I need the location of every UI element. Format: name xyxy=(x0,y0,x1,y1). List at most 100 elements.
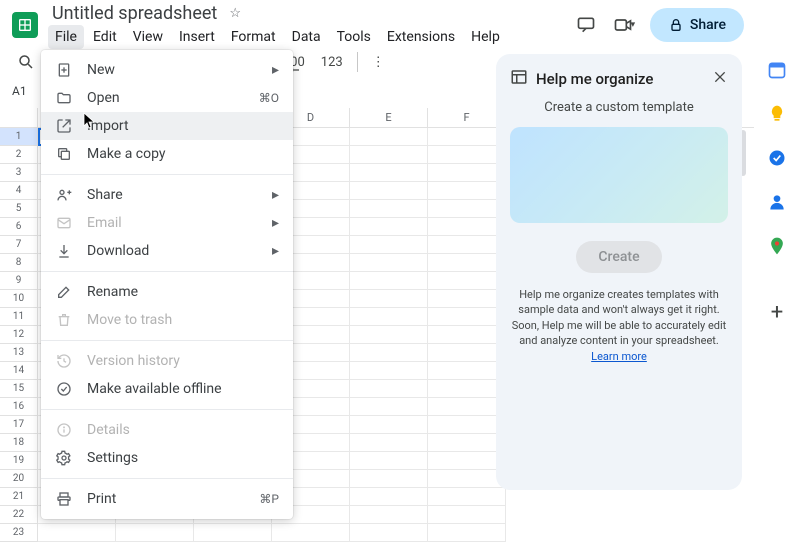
cell[interactable] xyxy=(350,326,428,344)
cell[interactable] xyxy=(428,380,506,398)
search-icon[interactable] xyxy=(12,48,40,76)
cell[interactable] xyxy=(428,128,506,146)
add-on-plus-icon[interactable]: + xyxy=(771,300,783,325)
cell[interactable] xyxy=(428,398,506,416)
cell[interactable] xyxy=(116,524,194,542)
cell[interactable] xyxy=(350,506,428,524)
cell[interactable] xyxy=(428,164,506,182)
row-header[interactable]: 14 xyxy=(0,362,38,380)
meet-icon[interactable]: ▾ xyxy=(612,13,636,37)
cell[interactable] xyxy=(428,326,506,344)
cell[interactable] xyxy=(428,434,506,452)
cell[interactable] xyxy=(38,524,116,542)
menu-item-make-a-copy[interactable]: Make a copy xyxy=(41,140,293,168)
cell[interactable] xyxy=(428,524,506,542)
cell[interactable] xyxy=(350,182,428,200)
row-header[interactable]: 9 xyxy=(0,272,38,290)
cell[interactable] xyxy=(428,182,506,200)
cell[interactable] xyxy=(350,524,428,542)
cell[interactable] xyxy=(428,416,506,434)
row-header[interactable]: 18 xyxy=(0,434,38,452)
cell[interactable] xyxy=(428,272,506,290)
row-header[interactable]: 10 xyxy=(0,290,38,308)
calendar-icon[interactable] xyxy=(767,60,787,80)
cell[interactable] xyxy=(350,488,428,506)
cell[interactable] xyxy=(350,308,428,326)
menu-item-import[interactable]: Import xyxy=(41,112,293,140)
menu-edit[interactable]: Edit xyxy=(86,25,124,49)
menu-view[interactable]: View xyxy=(126,25,170,49)
cell[interactable] xyxy=(194,524,272,542)
menu-extensions[interactable]: Extensions xyxy=(380,25,462,49)
row-header[interactable]: 8 xyxy=(0,254,38,272)
format-number-button[interactable]: 123 xyxy=(317,55,347,70)
cell[interactable] xyxy=(350,362,428,380)
menu-tools[interactable]: Tools xyxy=(330,25,378,49)
cell[interactable] xyxy=(350,344,428,362)
cell[interactable] xyxy=(428,236,506,254)
row-header[interactable]: 13 xyxy=(0,344,38,362)
row-header[interactable]: 12 xyxy=(0,326,38,344)
cell[interactable] xyxy=(350,128,428,146)
menu-item-download[interactable]: Download▸ xyxy=(41,237,293,265)
menu-help[interactable]: Help xyxy=(464,25,507,49)
menu-data[interactable]: Data xyxy=(285,25,328,49)
menu-item-print[interactable]: Print⌘P xyxy=(41,485,293,513)
cell[interactable] xyxy=(428,344,506,362)
menu-item-new[interactable]: New▸ xyxy=(41,56,293,84)
cell[interactable] xyxy=(350,434,428,452)
more-icon[interactable]: ⋮ xyxy=(368,55,389,70)
row-header[interactable]: 20 xyxy=(0,470,38,488)
row-header[interactable]: 11 xyxy=(0,308,38,326)
cell[interactable] xyxy=(350,272,428,290)
cell[interactable] xyxy=(428,290,506,308)
row-header[interactable]: 15 xyxy=(0,380,38,398)
menu-file[interactable]: File xyxy=(48,25,84,49)
cell[interactable] xyxy=(428,218,506,236)
cell[interactable] xyxy=(350,146,428,164)
row-header[interactable]: 3 xyxy=(0,164,38,182)
comments-icon[interactable] xyxy=(574,13,598,37)
cell[interactable] xyxy=(350,470,428,488)
row-header[interactable]: 7 xyxy=(0,236,38,254)
cell[interactable] xyxy=(428,488,506,506)
menu-insert[interactable]: Insert xyxy=(172,25,222,49)
cell[interactable] xyxy=(350,452,428,470)
row-header[interactable]: 6 xyxy=(0,218,38,236)
cell[interactable] xyxy=(350,416,428,434)
cell[interactable] xyxy=(428,200,506,218)
cell[interactable] xyxy=(428,254,506,272)
menu-item-share[interactable]: Share▸ xyxy=(41,181,293,209)
column-header[interactable]: F xyxy=(428,108,506,127)
cell[interactable] xyxy=(350,398,428,416)
doc-title[interactable]: Untitled spreadsheet xyxy=(48,2,221,25)
cell[interactable] xyxy=(350,218,428,236)
cell[interactable] xyxy=(428,146,506,164)
select-all-corner[interactable] xyxy=(0,108,38,127)
menu-item-open[interactable]: Open⌘O xyxy=(41,84,293,112)
row-header[interactable]: 22 xyxy=(0,506,38,524)
tasks-icon[interactable] xyxy=(767,148,787,168)
cell[interactable] xyxy=(428,506,506,524)
keep-icon[interactable] xyxy=(767,104,787,124)
row-header[interactable]: 19 xyxy=(0,452,38,470)
menu-format[interactable]: Format xyxy=(224,25,283,49)
cell[interactable] xyxy=(428,452,506,470)
column-header[interactable]: E xyxy=(350,108,428,127)
cell[interactable] xyxy=(350,200,428,218)
cell[interactable] xyxy=(350,290,428,308)
maps-icon[interactable] xyxy=(767,236,787,256)
menu-item-make-available-offline[interactable]: Make available offline xyxy=(41,375,293,403)
cell[interactable] xyxy=(350,380,428,398)
learn-more-link[interactable]: Learn more xyxy=(591,350,647,363)
menu-item-settings[interactable]: Settings xyxy=(41,444,293,472)
cell[interactable] xyxy=(350,236,428,254)
share-button[interactable]: Share xyxy=(650,8,744,42)
row-header[interactable]: 1 xyxy=(0,128,38,146)
row-header[interactable]: 5 xyxy=(0,200,38,218)
row-header[interactable]: 16 xyxy=(0,398,38,416)
cell[interactable] xyxy=(350,164,428,182)
cell[interactable] xyxy=(428,362,506,380)
row-header[interactable]: 23 xyxy=(0,524,38,542)
sheets-logo-icon[interactable] xyxy=(12,12,38,38)
